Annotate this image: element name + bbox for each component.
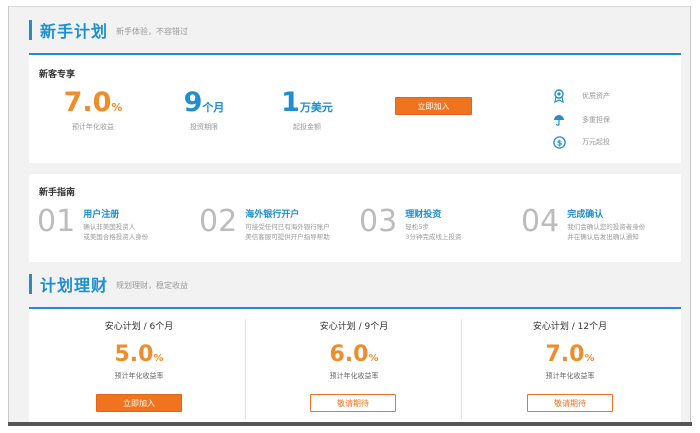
step-desc: 可接受任何已有海外银行账户 — [245, 223, 330, 231]
plan-rate: 7.0% — [463, 342, 677, 367]
step-desc: 美信客服可提供开户指导帮助 — [245, 232, 330, 241]
plan-card-12-months: 安心计划 / 12个月 7.0% 预计年化收益率 敬请期待 — [463, 309, 677, 424]
feature-guarantee: 多重担保 — [552, 113, 610, 127]
stat-rate-unit: % — [111, 101, 123, 114]
feature-label: 优质资产 — [582, 92, 610, 100]
exclusive-label: 新客专享 — [39, 70, 76, 80]
plan-rate-pct: % — [584, 353, 595, 364]
exclusive-card: 新客专享 7.0% 预计年化收益 9个月 投资期限 1万美元 起投金额 立即加入… — [29, 53, 681, 163]
plan-title: 安心计划 / 9个月 — [319, 322, 389, 332]
umbrella-icon — [552, 113, 566, 127]
stat-term-value: 9 — [183, 87, 203, 118]
step-desc: 我们会确认您的投资者身份 — [567, 223, 646, 231]
plans-section-title: 计划理财 — [40, 276, 109, 295]
plan-rate-pct: % — [368, 353, 379, 364]
plan-divider — [461, 319, 462, 419]
plan-divider — [245, 319, 246, 419]
guide-card: 新手指南 01 用户注册 确认非美国投资人 或美国合格投资人身份 02 海外银行… — [29, 174, 681, 262]
guide-label: 新手指南 — [39, 188, 76, 198]
stat-term-unit: 个月 — [202, 101, 225, 114]
plans-card: 安心计划 / 6个月 5.0% 预计年化收益率 立即加入 安心计划 / 9个月 … — [29, 307, 681, 424]
exclusive-join-button[interactable]: 立即加入 — [395, 97, 472, 115]
step-title[interactable]: 完成确认 — [567, 207, 645, 220]
plan-coming-soon-button[interactable]: 敬请期待 — [310, 394, 396, 412]
stat-rate: 7.0% 预计年化收益 — [55, 89, 131, 132]
guide-step-4: 04 完成确认 我们会确认您的投资者身份 并在确认后发出确认通知 — [521, 207, 645, 243]
feature-minimum-investment: $ 万元起投 — [552, 135, 610, 149]
stat-minimum: 1万美元 起投金额 — [272, 89, 342, 132]
feature-label: 多重担保 — [582, 116, 610, 124]
page-frame: 新手计划 新手体验，不容错过 新客专享 7.0% 预计年化收益 9个月 投资期限… — [8, 6, 691, 424]
plan-rate-value: 6.0 — [329, 342, 369, 367]
plan-rate-pct: % — [153, 353, 164, 364]
plan-title: 安心计划 / 6个月 — [104, 322, 174, 332]
step-desc: 或美国合格投资人身份 — [83, 232, 149, 241]
step-number: 02 — [199, 204, 238, 239]
stat-minimum-value: 1 — [281, 87, 300, 118]
step-title[interactable]: 理财投资 — [405, 207, 461, 220]
stat-rate-value: 7.0 — [63, 87, 112, 118]
guide-step-3: 03 理财投资 轻松5步 3分钟完成线上投资 — [359, 207, 461, 243]
stat-minimum-caption: 起投金额 — [293, 123, 321, 131]
newbie-section-header: 新手计划 新手体验，不容错过 — [29, 19, 188, 41]
plan-card-9-months: 安心计划 / 9个月 6.0% 预计年化收益率 敬请期待 — [247, 309, 461, 424]
plan-card-6-months: 安心计划 / 6个月 5.0% 预计年化收益率 立即加入 — [32, 309, 246, 424]
stat-minimum-unit: 万美元 — [299, 101, 333, 114]
stat-term-caption: 投资期限 — [190, 123, 218, 131]
step-number: 03 — [359, 204, 398, 239]
guide-step-1: 01 用户注册 确认非美国投资人 或美国合格投资人身份 — [37, 207, 148, 243]
newbie-section-subtitle: 新手体验，不容错过 — [116, 27, 189, 36]
step-number: 04 — [521, 204, 560, 239]
plan-join-button[interactable]: 立即加入 — [96, 394, 182, 412]
feature-quality-assets: 优质资产 — [552, 89, 610, 103]
step-title[interactable]: 海外银行开户 — [245, 207, 330, 220]
guide-step-2: 02 海外银行开户 可接受任何已有海外银行账户 美信客服可提供开户指导帮助 — [199, 207, 330, 243]
stat-term: 9个月 投资期限 — [169, 89, 239, 132]
step-desc: 确认非美国投资人 — [83, 223, 136, 231]
plan-caption: 预计年化收益率 — [114, 372, 164, 380]
plan-title: 安心计划 / 12个月 — [532, 322, 608, 332]
newbie-section-title: 新手计划 — [40, 22, 109, 41]
section-accent-bar — [29, 20, 32, 40]
plan-rate-value: 5.0 — [114, 342, 154, 367]
section-accent-bar — [29, 274, 32, 294]
step-number: 01 — [37, 204, 76, 239]
plan-caption: 预计年化收益率 — [545, 372, 595, 380]
step-desc: 3分钟完成线上投资 — [405, 232, 462, 241]
plan-rate: 6.0% — [247, 342, 461, 367]
plan-caption: 预计年化收益率 — [329, 372, 379, 380]
window-bottom-edge — [8, 422, 692, 426]
svg-text:$: $ — [556, 138, 562, 147]
plan-rate-value: 7.0 — [545, 342, 585, 367]
plan-rate: 5.0% — [32, 342, 246, 367]
stat-rate-caption: 预计年化收益 — [72, 123, 114, 131]
plans-section-subtitle: 规划理财，稳定收益 — [116, 281, 189, 290]
feature-label: 万元起投 — [582, 138, 610, 146]
step-title[interactable]: 用户注册 — [83, 207, 148, 220]
plan-coming-soon-button[interactable]: 敬请期待 — [527, 394, 613, 412]
plans-section-header: 计划理财 规划理财，稳定收益 — [29, 273, 188, 295]
step-desc: 并在确认后发出确认通知 — [567, 232, 639, 241]
dollar-icon: $ — [552, 135, 566, 149]
step-desc: 轻松5步 — [405, 223, 429, 231]
badge-icon — [552, 89, 566, 103]
